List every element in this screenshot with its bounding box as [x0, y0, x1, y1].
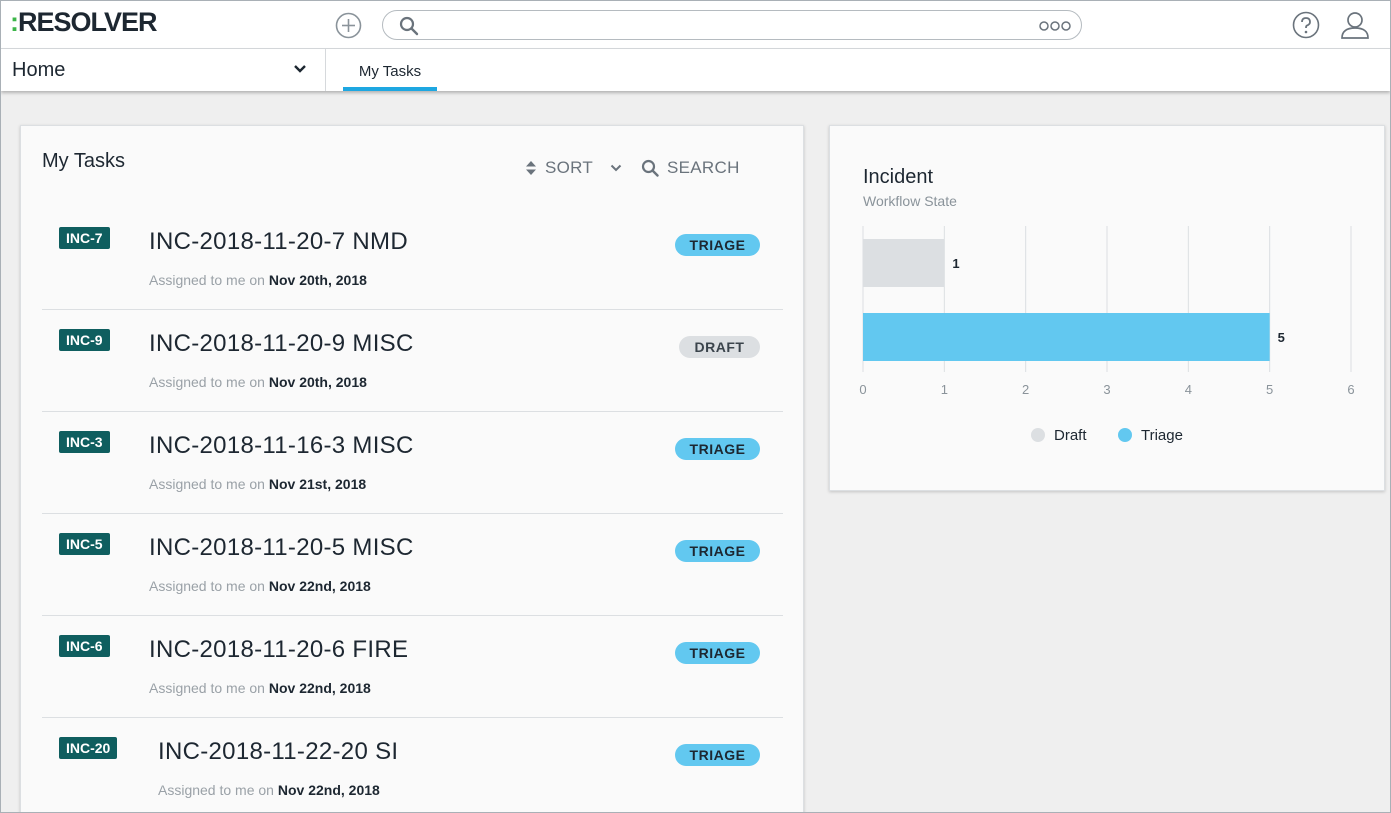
- active-tab-indicator: [343, 87, 437, 91]
- search-label: SEARCH: [667, 158, 740, 177]
- task-name: INC-2018-11-20-9 MISC: [149, 330, 414, 357]
- task-name: INC-2018-11-20-6 FIRE: [149, 636, 409, 663]
- assigned-date: Nov 20th, 2018: [268, 374, 367, 390]
- task-row[interactable]: INC-20 INC-2018-11-22-20 SI Assigned to …: [42, 718, 783, 812]
- more-options-icon[interactable]: [1039, 19, 1071, 33]
- status-badge: TRIAGE: [675, 540, 760, 562]
- assigned-date: Nov 22nd, 2018: [277, 782, 380, 798]
- assigned-prefix: Assigned to me on: [149, 680, 265, 696]
- task-id-badge: INC-3: [59, 431, 110, 453]
- global-search-input[interactable]: [427, 15, 1007, 35]
- sort-button[interactable]: SORT: [525, 157, 622, 179]
- status-badge: TRIAGE: [675, 744, 760, 766]
- x-tick-label: 2: [1022, 382, 1029, 397]
- chevron-down-icon: [294, 65, 306, 73]
- tab-my-tasks[interactable]: My Tasks: [343, 49, 437, 91]
- help-icon[interactable]: [1292, 11, 1320, 39]
- task-id-badge: INC-9: [59, 329, 110, 351]
- sort-label: SORT: [545, 158, 594, 177]
- data-label: 5: [1278, 330, 1285, 345]
- legend-label: Draft: [1054, 427, 1087, 444]
- task-row[interactable]: INC-7 INC-2018-11-20-7 NMD Assigned to m…: [42, 208, 783, 310]
- chevron-down-icon: [610, 164, 622, 172]
- task-id-badge: INC-6: [59, 635, 110, 657]
- x-tick-label: 5: [1266, 382, 1273, 397]
- my-tasks-title: My Tasks: [42, 150, 125, 172]
- assigned-date: Nov 22nd, 2018: [268, 680, 371, 696]
- task-name: INC-2018-11-20-7 NMD: [149, 228, 408, 255]
- task-row[interactable]: INC-5 INC-2018-11-20-5 MISC Assigned to …: [42, 514, 783, 616]
- global-search-box[interactable]: [382, 10, 1082, 40]
- task-assigned-text: Assigned to me on Nov 20th, 2018: [149, 374, 367, 390]
- task-assigned-text: Assigned to me on Nov 21st, 2018: [149, 476, 366, 492]
- my-tasks-card: My Tasks SORT SEARCH INC-7 INC-2018-11-2…: [20, 125, 804, 812]
- x-tick-label: 3: [1103, 382, 1110, 397]
- task-assigned-text: Assigned to me on Nov 22nd, 2018: [158, 782, 380, 798]
- status-badge: TRIAGE: [675, 234, 760, 256]
- task-name: INC-2018-11-22-20 SI: [158, 738, 399, 765]
- search-icon: [641, 159, 659, 177]
- incident-bar-chart: 0 1 2 3 4 5 6 1 5 Draft Triage: [859, 226, 1355, 444]
- x-tick-label: 4: [1185, 382, 1192, 397]
- assigned-date: Nov 20th, 2018: [268, 272, 367, 288]
- assigned-prefix: Assigned to me on: [149, 272, 265, 288]
- task-assigned-text: Assigned to me on Nov 20th, 2018: [149, 272, 367, 288]
- user-profile-icon[interactable]: [1340, 10, 1370, 40]
- search-icon: [399, 16, 419, 36]
- sort-icon: [526, 161, 536, 175]
- x-tick-label: 6: [1347, 382, 1354, 397]
- top-bar: :RESOLVER: [1, 1, 1390, 49]
- incident-chart-card: Incident Workflow State 0 1 2 3 4 5 6 1 5 Draft Tr…: [829, 125, 1385, 491]
- x-tick-label: 1: [941, 382, 948, 397]
- logo-colon: :: [10, 7, 19, 37]
- app-frame: :RESOLVER Home My Tasks My Tasks SORT SE…: [0, 0, 1391, 813]
- status-badge: TRIAGE: [675, 642, 760, 664]
- task-assigned-text: Assigned to me on Nov 22nd, 2018: [149, 578, 371, 594]
- resolver-logo[interactable]: :RESOLVER: [10, 7, 158, 37]
- nav-bar: Home My Tasks: [1, 49, 1390, 91]
- tab-my-tasks-label: My Tasks: [358, 63, 422, 80]
- legend-label: Triage: [1141, 427, 1183, 444]
- assigned-date: Nov 22nd, 2018: [268, 578, 371, 594]
- task-id-badge: INC-5: [59, 533, 110, 555]
- assigned-prefix: Assigned to me on: [158, 782, 274, 798]
- status-badge: TRIAGE: [675, 438, 760, 460]
- task-assigned-text: Assigned to me on Nov 22nd, 2018: [149, 680, 371, 696]
- task-row[interactable]: INC-3 INC-2018-11-16-3 MISC Assigned to …: [42, 412, 783, 514]
- home-dropdown[interactable]: Home: [1, 49, 326, 91]
- task-name: INC-2018-11-20-5 MISC: [149, 534, 414, 561]
- assigned-prefix: Assigned to me on: [149, 578, 265, 594]
- add-icon[interactable]: [335, 12, 362, 39]
- assigned-prefix: Assigned to me on: [149, 476, 265, 492]
- legend-marker: [1031, 428, 1045, 442]
- logo-text: RESOLVER: [18, 7, 158, 37]
- data-label: 1: [952, 256, 959, 271]
- bar-draft: [863, 239, 945, 287]
- task-id-badge: INC-7: [59, 227, 110, 249]
- assigned-prefix: Assigned to me on: [149, 374, 265, 390]
- task-id-badge: INC-20: [59, 737, 118, 759]
- task-row[interactable]: INC-9 INC-2018-11-20-9 MISC Assigned to …: [42, 310, 783, 412]
- task-search-button[interactable]: SEARCH: [641, 157, 740, 179]
- bar-triage: [863, 313, 1270, 361]
- task-row[interactable]: INC-6 INC-2018-11-20-6 FIRE Assigned to …: [42, 616, 783, 718]
- x-tick-label: 0: [859, 382, 866, 397]
- status-badge: DRAFT: [679, 336, 760, 358]
- home-dropdown-label: Home: [12, 59, 66, 81]
- task-name: INC-2018-11-16-3 MISC: [149, 432, 414, 459]
- assigned-date: Nov 21st, 2018: [268, 476, 367, 492]
- legend-marker: [1118, 428, 1132, 442]
